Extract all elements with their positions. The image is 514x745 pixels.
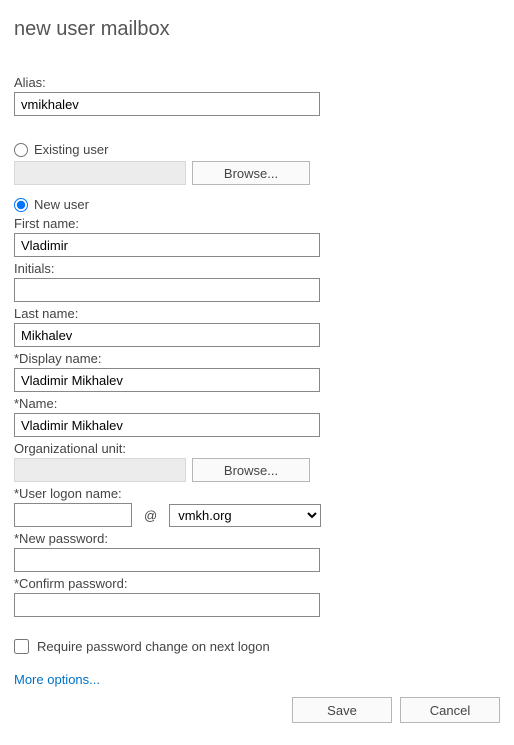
more-options-link[interactable]: More options...	[14, 672, 100, 687]
initials-label: Initials:	[14, 261, 500, 276]
existing-user-radio[interactable]	[14, 143, 28, 157]
display-name-input[interactable]	[14, 368, 320, 392]
domain-select[interactable]: vmkh.org	[169, 504, 321, 527]
new-password-input[interactable]	[14, 548, 320, 572]
new-password-label: *New password:	[14, 531, 500, 546]
last-name-input[interactable]	[14, 323, 320, 347]
org-unit-input	[14, 458, 186, 482]
logon-name-input[interactable]	[14, 503, 132, 527]
save-button[interactable]: Save	[292, 697, 392, 723]
require-password-change-label: Require password change on next logon	[37, 639, 270, 654]
first-name-input[interactable]	[14, 233, 320, 257]
org-unit-label: Organizational unit:	[14, 441, 500, 456]
confirm-password-input[interactable]	[14, 593, 320, 617]
logon-name-label: *User logon name:	[14, 486, 500, 501]
existing-user-browse-button[interactable]: Browse...	[192, 161, 310, 185]
confirm-password-label: *Confirm password:	[14, 576, 500, 591]
name-input[interactable]	[14, 413, 320, 437]
existing-user-input	[14, 161, 186, 185]
name-label: *Name:	[14, 396, 500, 411]
alias-input[interactable]	[14, 92, 320, 116]
first-name-label: First name:	[14, 216, 500, 231]
display-name-label: *Display name:	[14, 351, 500, 366]
dialog-button-bar: Save Cancel	[292, 697, 500, 723]
dialog-title: new user mailbox	[14, 18, 500, 41]
at-sign: @	[132, 508, 169, 523]
alias-label: Alias:	[14, 75, 500, 90]
org-unit-browse-button[interactable]: Browse...	[192, 458, 310, 482]
new-user-radio[interactable]	[14, 198, 28, 212]
require-password-change-checkbox[interactable]	[14, 639, 29, 654]
initials-input[interactable]	[14, 278, 320, 302]
existing-user-label: Existing user	[34, 142, 108, 157]
new-user-label: New user	[34, 197, 89, 212]
last-name-label: Last name:	[14, 306, 500, 321]
cancel-button[interactable]: Cancel	[400, 697, 500, 723]
